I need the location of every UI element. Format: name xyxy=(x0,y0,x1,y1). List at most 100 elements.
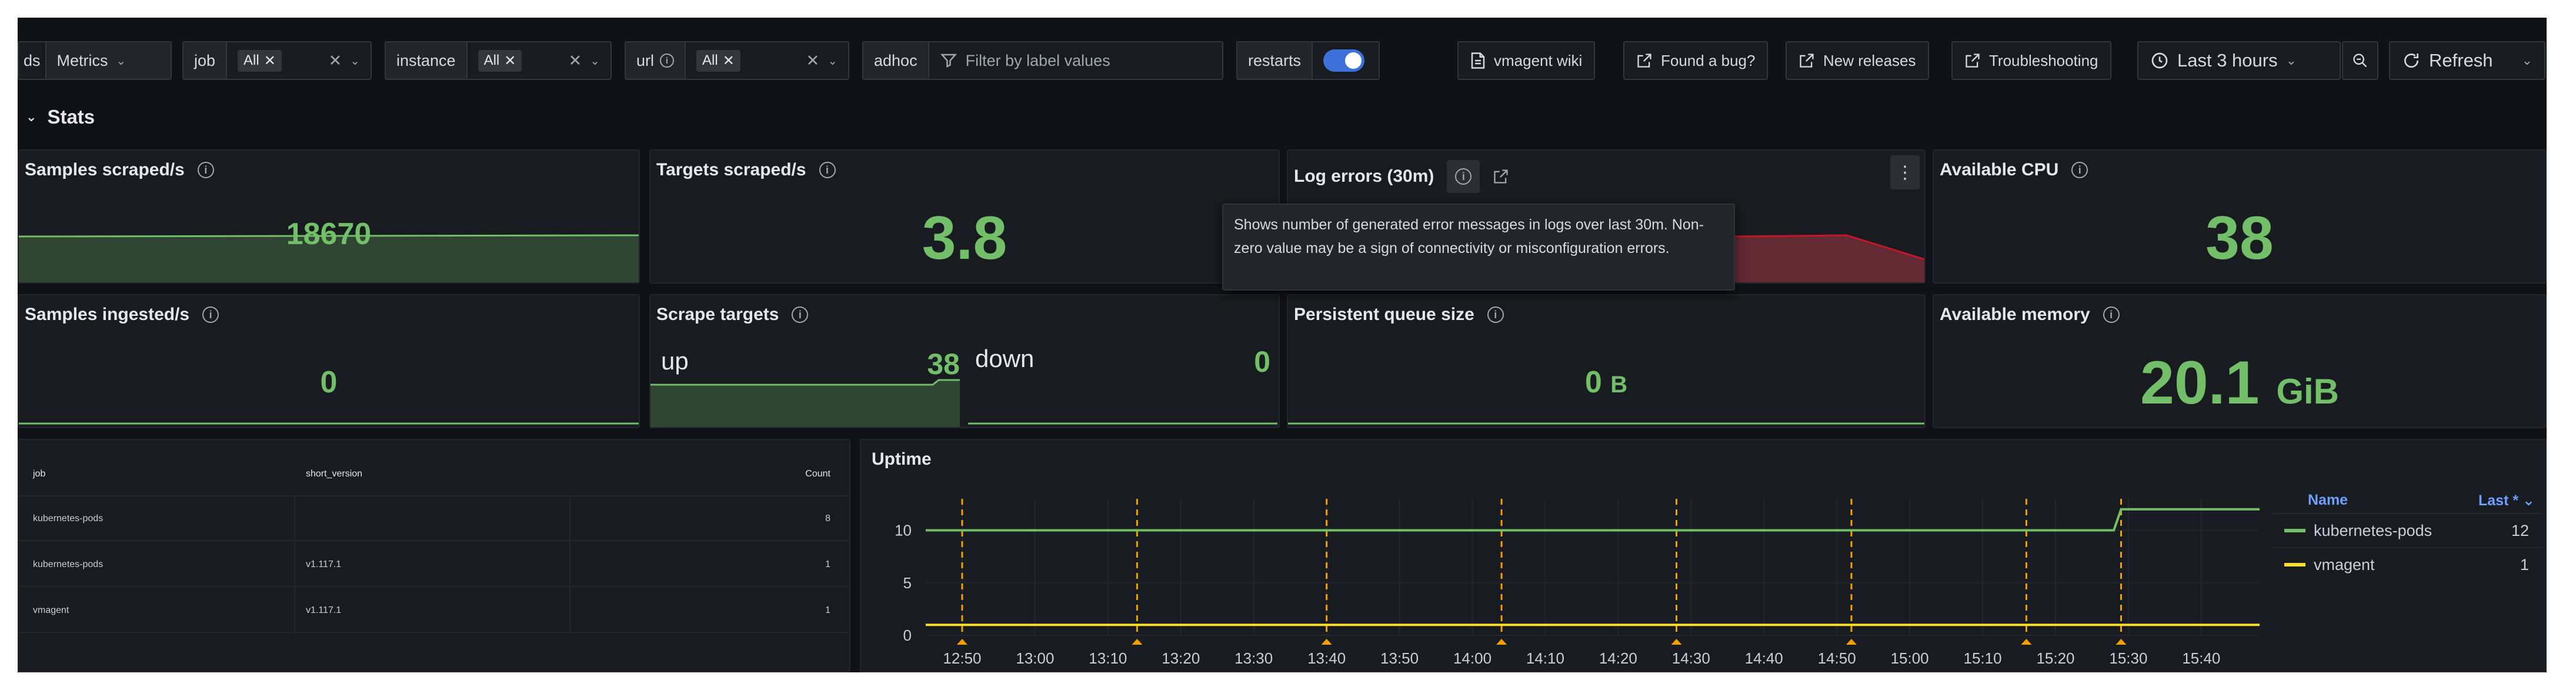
cell-job: vmagent xyxy=(33,605,69,615)
releases-label: New releases xyxy=(1823,51,1916,69)
column-header-short-version[interactable]: short_version xyxy=(306,452,362,496)
annotation-marker xyxy=(2115,639,2127,645)
panel-title: Available CPU i xyxy=(1940,160,2088,180)
job-chip-label: All xyxy=(243,52,259,68)
stat-value-wrapper: 0 B xyxy=(1288,365,1924,400)
instance-select[interactable]: All ✕ ✕ ⌄ xyxy=(468,42,610,79)
chevron-down-icon[interactable]: ⌄ xyxy=(827,54,837,68)
legend-name: kubernetes-pods xyxy=(2314,521,2432,539)
instance-variable[interactable]: instance All ✕ ✕ ⌄ xyxy=(385,41,612,80)
datasource-variable[interactable]: ds Metrics ⌄ xyxy=(18,41,172,80)
annotation-marker xyxy=(1671,639,1682,645)
panel-scrape-targets[interactable]: Scrape targets i up 38 down 0 xyxy=(649,294,1280,428)
chevron-down-icon[interactable]: ⌄ xyxy=(590,54,600,68)
row-header-stats[interactable]: ⌄ Stats xyxy=(26,106,95,128)
legend-swatch xyxy=(2284,529,2305,532)
chevron-down-icon[interactable]: ⌄ xyxy=(350,54,360,68)
chevron-down-icon[interactable]: ⌄ xyxy=(26,109,36,125)
ds-label: ds xyxy=(24,51,41,69)
remove-icon[interactable]: ✕ xyxy=(264,52,276,69)
panel-samples-ingested[interactable]: Samples ingested/s i 0 xyxy=(18,294,640,428)
url-variable[interactable]: url i All ✕ ✕ ⌄ xyxy=(625,41,849,80)
down-label: down xyxy=(975,345,1035,372)
restarts-toggle[interactable] xyxy=(1323,49,1365,72)
job-label: job xyxy=(183,42,228,79)
table-row: kubernetes-pods v1.117.1 1 xyxy=(19,542,849,587)
x-tick-label: 13:20 xyxy=(1162,649,1200,667)
panel-title-text: Available CPU xyxy=(1940,160,2059,179)
log-errors-tooltip: Shows number of generated error messages… xyxy=(1222,204,1735,291)
stat-unit: B xyxy=(1610,372,1628,398)
legend-item[interactable]: vmagent 1 xyxy=(2273,549,2543,580)
chevron-down-icon[interactable]: ⌄ xyxy=(2522,53,2532,68)
restarts-toggle-group[interactable]: restarts xyxy=(1236,41,1380,80)
url-select[interactable]: All ✕ ✕ ⌄ xyxy=(686,42,848,79)
adhoc-filter[interactable]: adhoc Filter by label values xyxy=(862,41,1223,80)
annotation-marker xyxy=(1321,639,1332,645)
panel-samples-scraped[interactable]: Samples scraped/s i 18670 xyxy=(18,149,640,284)
stat-unit: GiB xyxy=(2276,372,2339,411)
panel-persistent-queue-size[interactable]: Persistent queue size i 0 B xyxy=(1287,294,1926,428)
sparkline xyxy=(19,422,639,425)
troubleshooting-link[interactable]: Troubleshooting xyxy=(1951,41,2111,80)
job-variable[interactable]: job All ✕ ✕ ⌄ xyxy=(182,41,372,80)
found-a-bug-link[interactable]: Found a bug? xyxy=(1623,41,1769,80)
panel-available-memory[interactable]: Available memory i 20.1 GiB xyxy=(1933,294,2547,428)
instance-chip[interactable]: All ✕ xyxy=(478,49,522,72)
info-icon[interactable]: i xyxy=(660,54,675,68)
clear-icon[interactable]: ✕ xyxy=(569,52,582,70)
x-tick-label: 14:30 xyxy=(1672,649,1710,667)
down-value: 0 xyxy=(1254,345,1270,378)
url-label: url xyxy=(636,51,655,69)
adhoc-input[interactable]: Filter by label values xyxy=(929,42,1222,79)
zoom-out-button[interactable] xyxy=(2342,41,2378,80)
panel-available-cpu[interactable]: Available CPU i 38 xyxy=(1933,149,2547,284)
panel-uptime[interactable]: Uptime 0 5 10 12:50 13:00 13:10 13:20 13:30 13:4… xyxy=(860,439,2547,672)
legend-last: 12 xyxy=(2511,521,2529,539)
legend-divider xyxy=(2273,513,2543,514)
stat-value: 0 xyxy=(320,365,338,399)
info-icon[interactable]: i xyxy=(2071,162,2088,178)
url-chip[interactable]: All ✕ xyxy=(696,49,740,72)
legend-header-name[interactable]: Name xyxy=(2308,492,2348,509)
column-header-job[interactable]: job xyxy=(33,452,45,496)
panel-title-text: Targets scraped/s xyxy=(656,160,806,179)
new-releases-link[interactable]: New releases xyxy=(1786,41,1929,80)
panel-targets-scraped[interactable]: Targets scraped/s i 3.8 xyxy=(649,149,1280,284)
column-header-count[interactable]: Count xyxy=(805,452,830,496)
stat-value: 20.1 xyxy=(2140,349,2260,417)
ds-value: Metrics xyxy=(56,51,108,69)
restarts-toggle-cell[interactable] xyxy=(1313,42,1379,79)
adhoc-label: adhoc xyxy=(863,42,929,79)
sparkline xyxy=(19,234,639,282)
x-tick-label: 15:40 xyxy=(2182,649,2220,667)
uptime-chart[interactable]: 0 5 10 12:50 13:00 13:10 13:20 13:30 13:40 13:50 1… xyxy=(861,440,2273,672)
remove-icon[interactable]: ✕ xyxy=(723,52,735,69)
clock-icon xyxy=(2151,52,2168,69)
info-icon[interactable]: i xyxy=(2103,306,2120,323)
ds-select[interactable]: Metrics ⌄ xyxy=(45,42,171,79)
x-tick-label: 14:00 xyxy=(1453,649,1491,667)
job-select[interactable]: All ✕ ✕ ⌄ xyxy=(227,42,371,79)
vmagent-wiki-link[interactable]: vmagent wiki xyxy=(1457,41,1596,80)
y-tick-label: 10 xyxy=(895,522,912,539)
refresh-icon xyxy=(2404,54,2419,68)
up-value: 38 xyxy=(927,348,960,381)
time-range-picker[interactable]: Last 3 hours ⌄ xyxy=(2137,41,2341,80)
job-chip[interactable]: All ✕ xyxy=(238,49,282,72)
cell-count: 8 xyxy=(825,514,830,524)
remove-icon[interactable]: ✕ xyxy=(504,52,516,69)
clear-icon[interactable]: ✕ xyxy=(329,52,342,70)
refresh-button[interactable]: Refresh ⌄ xyxy=(2389,41,2545,80)
bug-label: Found a bug? xyxy=(1661,51,1756,69)
clear-icon[interactable]: ✕ xyxy=(806,52,820,70)
x-tick-label: 13:40 xyxy=(1307,649,1346,667)
x-tick-label: 15:00 xyxy=(1891,649,1929,667)
panel-version-table[interactable]: job short_version Count kubernetes-pods … xyxy=(18,439,850,672)
x-tick-label: 13:00 xyxy=(1016,649,1054,667)
legend-item[interactable]: kubernetes-pods 12 xyxy=(2273,515,2543,546)
panel-title: Targets scraped/s i xyxy=(656,160,836,180)
instance-chip-label: All xyxy=(483,52,500,68)
legend-header-last[interactable]: Last * ⌄ xyxy=(2478,492,2535,509)
info-icon[interactable]: i xyxy=(819,162,836,178)
